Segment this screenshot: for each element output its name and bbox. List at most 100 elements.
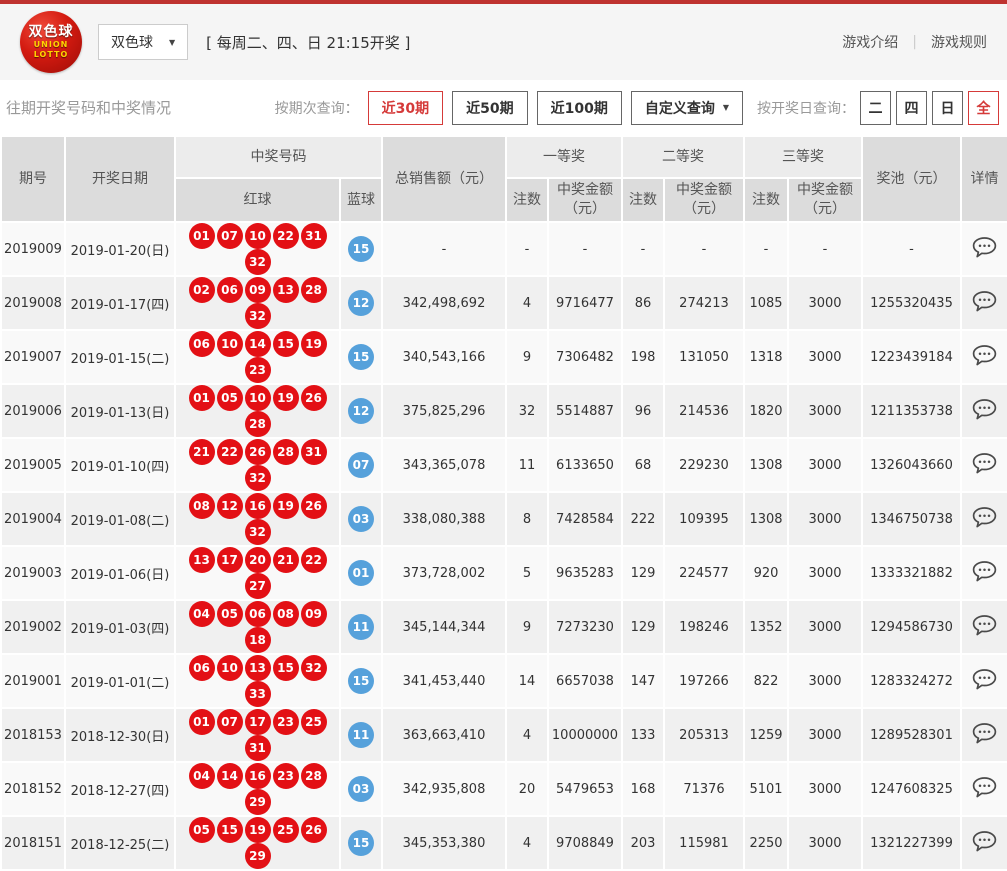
red-ball: 32: [245, 465, 271, 491]
red-ball: 22: [273, 223, 299, 249]
second-prize-amount-cell: 115981: [664, 816, 744, 870]
comment-dots-icon[interactable]: [972, 290, 997, 313]
red-balls-cell: 212226283132: [175, 438, 340, 492]
comment-dots-icon[interactable]: [972, 614, 997, 637]
first-prize-count-cell: 4: [506, 708, 548, 762]
blue-ball: 12: [348, 398, 374, 424]
comment-dots-icon[interactable]: [972, 560, 997, 583]
pool-cell: 1211353738: [862, 384, 961, 438]
red-ball: 17: [245, 709, 271, 735]
weekday-button-sun[interactable]: 日: [932, 91, 963, 125]
period-button-last100[interactable]: 近100期: [537, 91, 622, 125]
period-button-last50[interactable]: 近50期: [452, 91, 527, 125]
comment-dots-icon[interactable]: [972, 344, 997, 367]
game-select-dropdown[interactable]: 双色球 ▼: [98, 24, 188, 60]
detail-cell: [961, 546, 1007, 600]
comment-dots-icon[interactable]: [972, 776, 997, 799]
third-prize-count-cell: 1820: [744, 384, 788, 438]
red-ball: 23: [245, 357, 271, 383]
red-ball: 14: [217, 763, 243, 789]
third-prize-count-cell: 1308: [744, 438, 788, 492]
results-table: 期号 开奖日期 中奖号码 总销售额（元） 一等奖 二等奖 三等奖 奖池（元） 详…: [0, 135, 1007, 871]
col-header-second-prize: 二等奖: [622, 136, 744, 178]
red-ball: 23: [273, 709, 299, 735]
red-ball: 26: [301, 493, 327, 519]
sales-cell: 345,144,344: [382, 600, 506, 654]
red-ball: 01: [189, 385, 215, 411]
red-ball: 29: [245, 843, 271, 869]
comment-dots-icon[interactable]: [972, 452, 997, 475]
red-ball: 22: [301, 547, 327, 573]
second-prize-amount-cell: 198246: [664, 600, 744, 654]
table-row: 20190082019-01-17(四)02060913283212342,49…: [1, 276, 1007, 330]
third-prize-amount-cell: 3000: [788, 384, 862, 438]
second-prize-count-cell: 147: [622, 654, 664, 708]
comment-dots-icon[interactable]: [972, 830, 997, 853]
nav-game-rules-link[interactable]: 游戏规则: [931, 32, 987, 52]
date-cell: 2019-01-03(四): [65, 600, 175, 654]
red-ball: 05: [217, 385, 243, 411]
comment-dots-icon[interactable]: [972, 236, 997, 259]
col-header-first-amount: 中奖金额（元）: [548, 178, 622, 222]
date-cell: 2018-12-25(二): [65, 816, 175, 870]
first-prize-amount-cell: 9635283: [548, 546, 622, 600]
table-row: 20190022019-01-03(四)04050608091811345,14…: [1, 600, 1007, 654]
table-row: 20190012019-01-01(二)06101315323315341,45…: [1, 654, 1007, 708]
period-button-last30[interactable]: 近30期: [368, 91, 443, 125]
table-row: 20181522018-12-27(四)04141623282903342,93…: [1, 762, 1007, 816]
sales-cell: 363,663,410: [382, 708, 506, 762]
red-ball: 25: [273, 817, 299, 843]
blue-ball: 11: [348, 614, 374, 640]
sales-cell: 373,728,002: [382, 546, 506, 600]
red-balls-cell: 010510192628: [175, 384, 340, 438]
col-header-third-amount: 中奖金额（元）: [788, 178, 862, 222]
custom-query-dropdown[interactable]: 自定义查询 ▼: [631, 91, 743, 125]
pool-cell: 1326043660: [862, 438, 961, 492]
chevron-down-icon: ▼: [169, 38, 175, 47]
red-ball: 07: [217, 709, 243, 735]
red-ball: 22: [217, 439, 243, 465]
red-ball: 27: [245, 573, 271, 599]
first-prize-count-cell: 8: [506, 492, 548, 546]
red-ball: 15: [273, 655, 299, 681]
red-ball: 17: [217, 547, 243, 573]
issue-cell: 2019008: [1, 276, 65, 330]
red-balls-cell: 020609132832: [175, 276, 340, 330]
weekday-button-tue[interactable]: 二: [860, 91, 891, 125]
col-header-third-count: 注数: [744, 178, 788, 222]
weekday-button-all[interactable]: 全: [968, 91, 999, 125]
red-ball: 32: [301, 655, 327, 681]
pool-cell: 1333321882: [862, 546, 961, 600]
comment-dots-icon[interactable]: [972, 722, 997, 745]
red-ball: 09: [301, 601, 327, 627]
red-ball: 26: [245, 439, 271, 465]
third-prize-count-cell: 5101: [744, 762, 788, 816]
comment-dots-icon[interactable]: [972, 668, 997, 691]
union-lotto-logo: 双色球 UNION LOTTO: [20, 11, 82, 73]
logo-subtitle-union: UNION: [34, 41, 69, 49]
second-prize-count-cell: -: [622, 222, 664, 276]
pool-cell: 1346750738: [862, 492, 961, 546]
sales-cell: 342,498,692: [382, 276, 506, 330]
blue-ball-cell: 07: [340, 438, 382, 492]
nav-game-intro-link[interactable]: 游戏介绍: [842, 32, 898, 52]
date-cell: 2019-01-13(日): [65, 384, 175, 438]
issue-cell: 2018152: [1, 762, 65, 816]
col-header-blue-ball: 蓝球: [340, 178, 382, 222]
red-balls-cell: 131720212227: [175, 546, 340, 600]
red-ball: 08: [273, 601, 299, 627]
red-ball: 10: [217, 331, 243, 357]
pool-cell: 1255320435: [862, 276, 961, 330]
comment-dots-icon[interactable]: [972, 398, 997, 421]
issue-cell: 2019003: [1, 546, 65, 600]
draw-schedule-note: [ 每周二、四、日 21:15开奖 ]: [206, 32, 410, 53]
chevron-down-icon: ▼: [723, 103, 729, 112]
red-ball: 14: [245, 331, 271, 357]
col-header-red-balls: 红球: [175, 178, 340, 222]
third-prize-amount-cell: -: [788, 222, 862, 276]
red-ball: 20: [245, 547, 271, 573]
detail-cell: [961, 330, 1007, 384]
weekday-button-thu[interactable]: 四: [896, 91, 927, 125]
comment-dots-icon[interactable]: [972, 506, 997, 529]
col-header-first-prize: 一等奖: [506, 136, 622, 178]
